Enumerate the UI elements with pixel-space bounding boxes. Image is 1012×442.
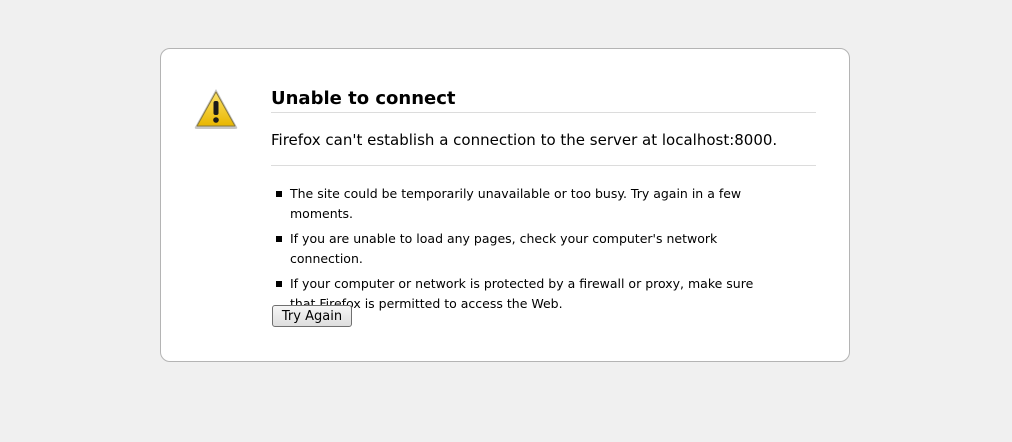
error-title: Unable to connect [271,87,816,113]
error-short-description: Firefox can't establish a connection to … [271,113,816,166]
suggestion-item: The site could be temporarily unavailabl… [271,184,780,224]
suggestion-text: If you are unable to load any pages, che… [290,231,718,266]
error-page-container: Unable to connect Firefox can't establis… [160,48,850,362]
suggestion-text: The site could be temporarily unavailabl… [290,186,742,221]
suggestion-text: If your computer or network is protected… [290,276,754,311]
warning-triangle-icon [194,89,238,129]
suggestion-list: The site could be temporarily unavailabl… [271,166,816,314]
try-again-button[interactable]: Try Again [272,305,352,327]
square-bullet-icon [276,236,282,242]
square-bullet-icon [276,191,282,197]
square-bullet-icon [276,281,282,287]
suggestion-item: If you are unable to load any pages, che… [271,229,780,269]
error-content: Unable to connect Firefox can't establis… [271,87,816,319]
